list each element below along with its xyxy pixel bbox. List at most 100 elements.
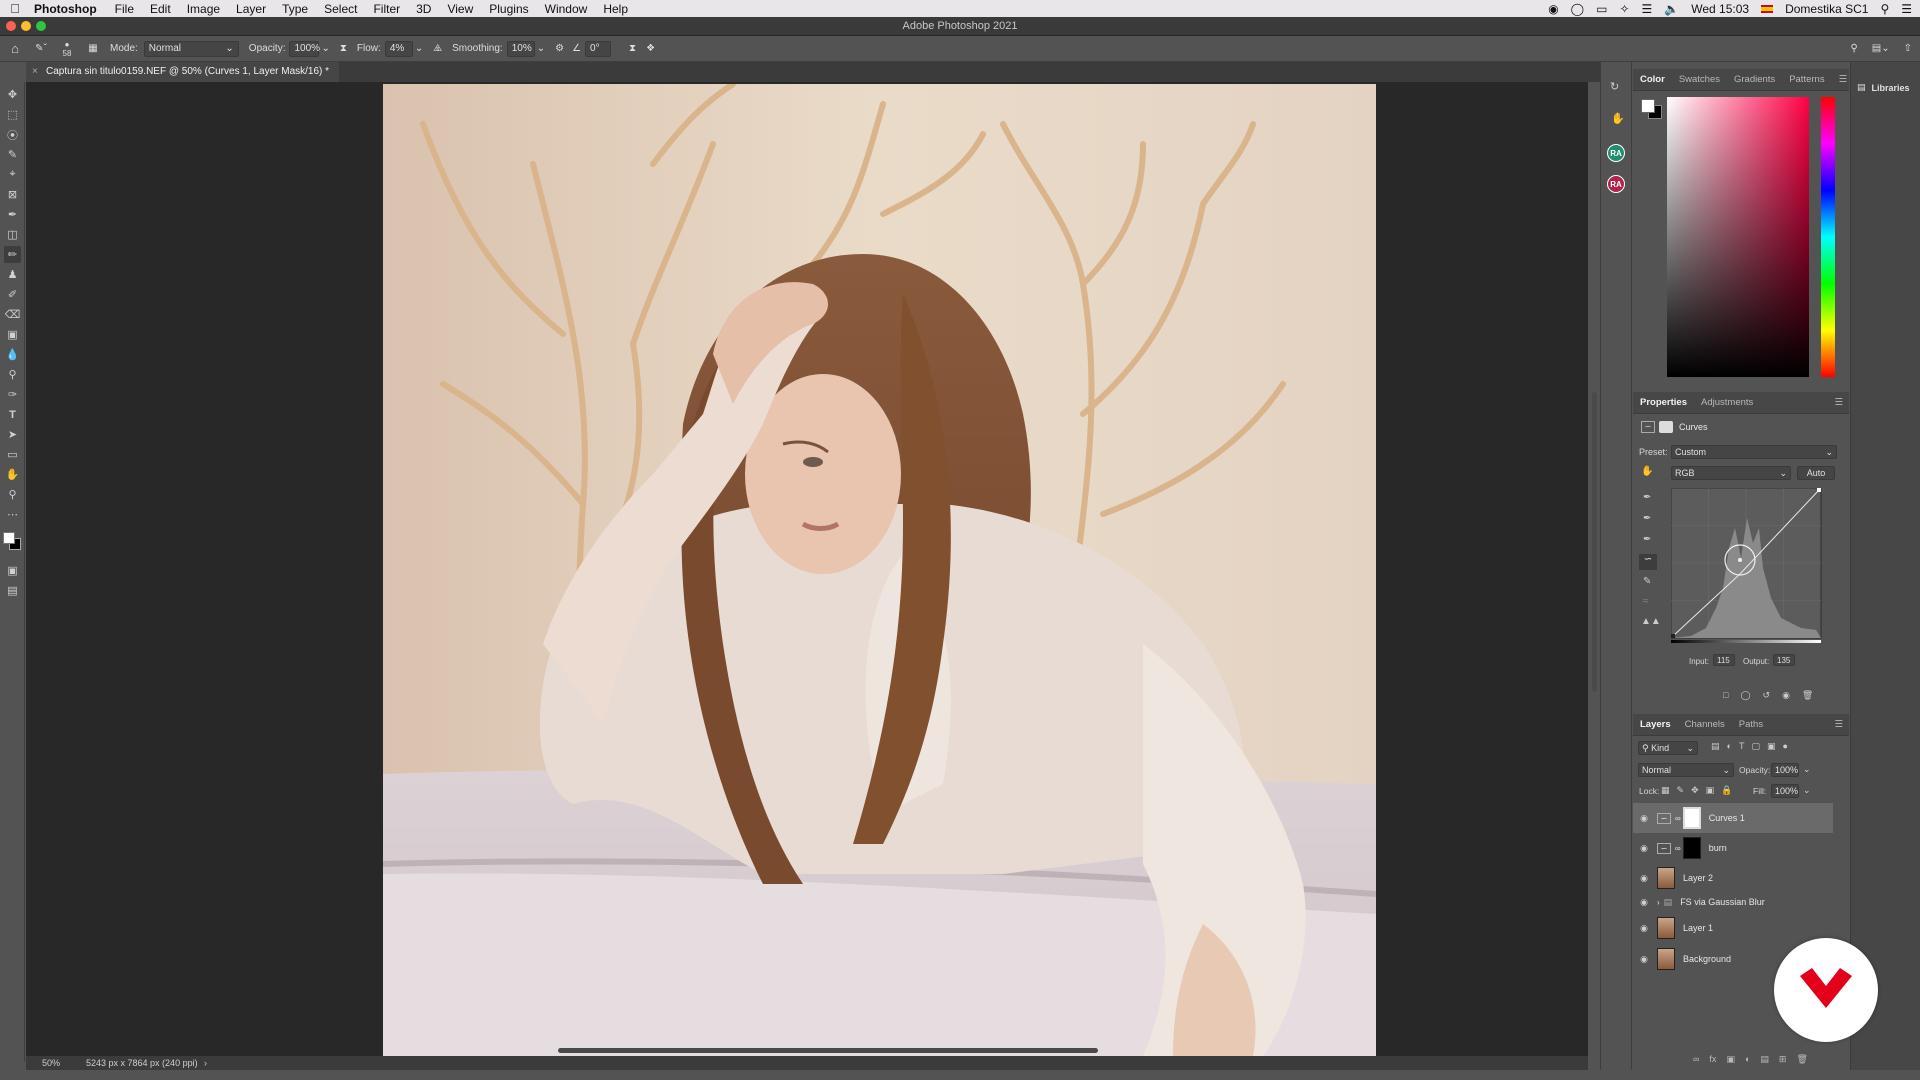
healing-brush-tool-icon[interactable]: ◫ bbox=[4, 226, 21, 243]
tab-properties[interactable]: Properties bbox=[1633, 397, 1694, 408]
avatar[interactable]: RA bbox=[1607, 144, 1625, 162]
menu-filter[interactable]: Filter bbox=[365, 2, 408, 16]
close-tab-icon[interactable]: × bbox=[32, 62, 38, 82]
layer-thumbnail[interactable] bbox=[1657, 867, 1675, 889]
lock-artboard-icon[interactable]: ▣ bbox=[1706, 785, 1715, 796]
clone-stamp-tool-icon[interactable]: ♟ bbox=[4, 266, 21, 283]
menu-view[interactable]: View bbox=[439, 2, 481, 16]
angle-field[interactable]: 0° bbox=[585, 40, 612, 57]
close-window-icon[interactable] bbox=[6, 21, 16, 31]
visibility-icon[interactable]: ◉ bbox=[1782, 690, 1790, 701]
clip-to-layer-icon[interactable]: □ bbox=[1723, 690, 1728, 701]
menu-3d[interactable]: 3D bbox=[408, 2, 439, 16]
panel-menu-icon[interactable]: ☰ bbox=[1827, 719, 1849, 730]
brush-tool-preset-icon[interactable]: ✎ˇ bbox=[30, 43, 52, 54]
tab-patterns[interactable]: Patterns bbox=[1782, 74, 1831, 85]
color-field[interactable] bbox=[1667, 97, 1809, 377]
document-tab[interactable]: × Captura sin titulo0159.NEF @ 50% (Curv… bbox=[26, 62, 340, 82]
app-menu[interactable]: Photoshop bbox=[30, 2, 107, 16]
blend-mode-dropdown[interactable]: Normal ⌄ bbox=[1638, 763, 1734, 777]
type-tool-icon[interactable]: T bbox=[4, 406, 21, 423]
eye-icon[interactable]: ◉ bbox=[1637, 954, 1651, 965]
photo-artwork[interactable] bbox=[383, 84, 1376, 1056]
frame-tool-icon[interactable]: ⊠ bbox=[4, 186, 21, 203]
history-brush-tool-icon[interactable]: ✐ bbox=[4, 286, 21, 303]
flow-field[interactable]: 4% bbox=[384, 40, 413, 57]
white-point-eyedropper-icon[interactable]: ✒ bbox=[1643, 534, 1651, 545]
more-tools-icon[interactable]: ⋯ bbox=[4, 506, 21, 523]
hand-tool-icon[interactable]: ✋ bbox=[4, 466, 21, 483]
view-previous-icon[interactable]: ◯ bbox=[1740, 690, 1750, 701]
menu-edit[interactable]: Edit bbox=[142, 2, 179, 16]
lasso-tool-icon[interactable]: ⦿ bbox=[4, 126, 21, 143]
chevron-down-icon[interactable]: ⌄ bbox=[1803, 764, 1811, 775]
brush-settings-icon[interactable]: ▦ bbox=[82, 43, 104, 54]
new-layer-icon[interactable]: ⊞ bbox=[1779, 1054, 1787, 1065]
path-selection-tool-icon[interactable]: ➤ bbox=[4, 426, 21, 443]
wifi-icon[interactable]: ☰ bbox=[1642, 2, 1653, 16]
tab-channels[interactable]: Channels bbox=[1678, 719, 1732, 730]
link-layers-icon[interactable]: ∞ bbox=[1693, 1054, 1699, 1065]
menu-help[interactable]: Help bbox=[595, 2, 636, 16]
tab-color[interactable]: Color bbox=[1633, 74, 1672, 85]
spotlight-icon[interactable]: ⚲ bbox=[1880, 2, 1889, 16]
smooth-curve-icon[interactable]: ≈ bbox=[1643, 596, 1649, 607]
creative-cloud-icon[interactable]: ◯ bbox=[1571, 2, 1584, 16]
eye-icon[interactable]: ◉ bbox=[1637, 923, 1651, 934]
layer-row-layer-2[interactable]: ◉ Layer 2 bbox=[1633, 863, 1833, 893]
libraries-tab[interactable]: ▤ Libraries bbox=[1857, 82, 1910, 93]
eye-icon[interactable]: ◉ bbox=[1637, 843, 1651, 854]
tab-paths[interactable]: Paths bbox=[1732, 719, 1770, 730]
curve-points-icon[interactable]: ∽ bbox=[1639, 554, 1657, 570]
record-icon[interactable]: ◉ bbox=[1548, 2, 1558, 16]
type-filter-icon[interactable]: T bbox=[1739, 741, 1745, 752]
angle-icon[interactable]: ∠ bbox=[572, 43, 581, 54]
horizontal-scrollbar[interactable] bbox=[558, 1048, 1098, 1053]
eye-icon[interactable]: ◉ bbox=[1637, 897, 1651, 908]
crop-tool-icon[interactable]: ⌖ bbox=[4, 166, 21, 183]
dodge-tool-icon[interactable]: ⚲ bbox=[4, 366, 21, 383]
eye-icon[interactable]: ◉ bbox=[1637, 813, 1651, 824]
pressure-size-icon[interactable]: ⧗ bbox=[629, 43, 636, 54]
gear-icon[interactable]: ⚙ bbox=[555, 43, 564, 54]
menu-plugins[interactable]: Plugins bbox=[481, 2, 536, 16]
foreground-color-swatch[interactable] bbox=[3, 532, 15, 544]
lock-all-icon[interactable]: 🔒 bbox=[1721, 785, 1732, 796]
smoothing-field[interactable]: 10% bbox=[506, 40, 535, 57]
minimize-window-icon[interactable] bbox=[21, 21, 31, 31]
symmetry-icon[interactable]: ❖ bbox=[646, 43, 655, 54]
menu-window[interactable]: Window bbox=[537, 2, 596, 16]
brush-tool-icon[interactable]: ✏ bbox=[4, 246, 21, 263]
layer-filter-dropdown[interactable]: ⚲ Kind ⌄ bbox=[1638, 741, 1698, 755]
flag-icon[interactable] bbox=[1761, 4, 1774, 13]
tab-adjustments[interactable]: Adjustments bbox=[1694, 397, 1760, 408]
preset-dropdown[interactable]: Custom ⌄ bbox=[1671, 445, 1837, 459]
chevron-down-icon[interactable]: ⌄ bbox=[537, 43, 545, 54]
curves-graph[interactable] bbox=[1671, 488, 1823, 648]
quick-selection-tool-icon[interactable]: ✎ bbox=[4, 146, 21, 163]
pencil-icon[interactable]: ✎ bbox=[1643, 576, 1651, 587]
tab-gradients[interactable]: Gradients bbox=[1727, 74, 1782, 85]
screen-mode-icon[interactable]: ▤ bbox=[4, 582, 21, 599]
menu-select[interactable]: Select bbox=[316, 2, 365, 16]
brush-preset-picker[interactable]: ● 58 bbox=[52, 40, 82, 58]
layer-thumbnail[interactable] bbox=[1657, 948, 1675, 970]
chain-link-icon[interactable]: ∞ bbox=[1675, 814, 1681, 823]
mask-thumbnail[interactable] bbox=[1682, 807, 1701, 829]
menu-type[interactable]: Type bbox=[274, 2, 316, 16]
black-point-eyedropper-icon[interactable]: ✒ bbox=[1643, 492, 1651, 503]
trash-icon[interactable]: 🗑 bbox=[1802, 690, 1813, 701]
eraser-tool-icon[interactable]: ⌫ bbox=[4, 306, 21, 323]
hand-icon[interactable]: ✋ bbox=[1611, 112, 1625, 125]
clipping-warning-icon[interactable]: ▲▲ bbox=[1641, 616, 1661, 627]
mode-dropdown[interactable]: Normal ⌄ bbox=[143, 40, 239, 57]
output-field[interactable]: 135 bbox=[1773, 654, 1795, 666]
blur-tool-icon[interactable]: 💧 bbox=[4, 346, 21, 363]
chevron-down-icon[interactable]: ⌄ bbox=[1803, 785, 1811, 796]
mask-icon[interactable] bbox=[1659, 421, 1673, 433]
menu-image[interactable]: Image bbox=[179, 2, 228, 16]
menu-file[interactable]: File bbox=[107, 2, 142, 16]
pen-tool-icon[interactable]: ✑ bbox=[4, 386, 21, 403]
status-arrow-icon[interactable]: › bbox=[204, 1056, 207, 1070]
trash-icon[interactable]: 🗑 bbox=[1796, 1054, 1807, 1065]
